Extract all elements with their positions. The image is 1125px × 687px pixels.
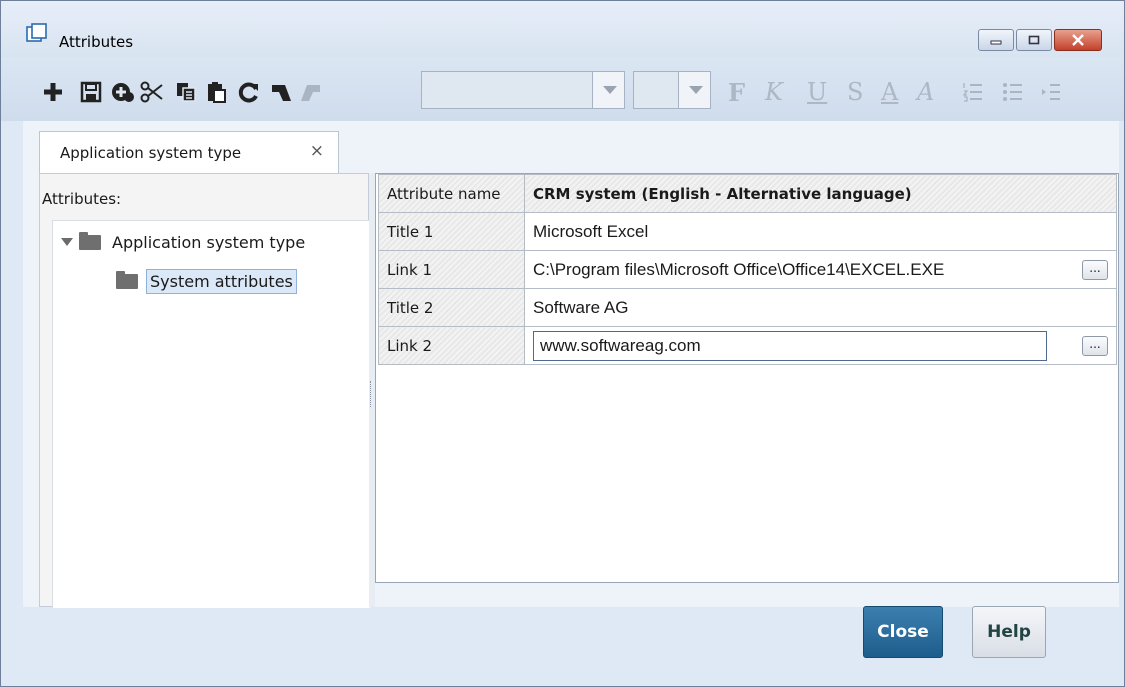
- tree-item-label: System attributes: [146, 268, 297, 294]
- new-icon[interactable]: [41, 79, 65, 105]
- close-icon: [1072, 34, 1084, 46]
- tree-item-label: Application system type: [112, 232, 306, 252]
- browse-button[interactable]: ...: [1082, 260, 1108, 280]
- attribute-value-cell[interactable]: C:\Program files\Microsoft Office\Office…: [524, 250, 1117, 289]
- tree-item-system-attributes[interactable]: System attributes: [116, 268, 297, 294]
- tab-label: Application system type: [60, 144, 242, 162]
- attribute-value-cell[interactable]: Software AG: [524, 288, 1117, 327]
- table-row[interactable]: Title 1 Microsoft Excel: [378, 212, 1117, 251]
- close-button[interactable]: Close: [863, 606, 943, 658]
- minimize-icon: [990, 40, 1002, 45]
- help-button-label: Help: [987, 622, 1031, 642]
- font-color-button[interactable]: A: [881, 78, 898, 106]
- expand-triangle-icon[interactable]: [61, 238, 73, 246]
- cut-icon[interactable]: [139, 79, 165, 105]
- chevron-down-icon[interactable]: [592, 72, 624, 108]
- content-area: Application system type × Attributes: Ap…: [23, 121, 1119, 608]
- header-value: CRM system (English - Alternative langua…: [524, 174, 1117, 213]
- undo-icon[interactable]: [268, 79, 294, 105]
- highlight-button[interactable]: A: [917, 78, 934, 106]
- copy-icon[interactable]: [175, 79, 197, 105]
- close-button-label: Close: [877, 622, 929, 642]
- tree-item-application-system-type[interactable]: Application system type: [61, 229, 308, 255]
- underline-button[interactable]: U: [807, 78, 827, 106]
- header-attribute-name: Attribute name: [378, 174, 525, 213]
- help-button[interactable]: Help: [972, 606, 1046, 658]
- maximize-button[interactable]: [1016, 29, 1052, 51]
- paste-icon[interactable]: [205, 79, 227, 105]
- tab-application-system-type[interactable]: Application system type ×: [39, 131, 339, 174]
- browse-button[interactable]: ...: [1082, 336, 1108, 356]
- tab-close-icon[interactable]: ×: [310, 141, 324, 161]
- bullet-list-icon[interactable]: [1001, 79, 1025, 105]
- title-bar[interactable]: Attributes: [1, 1, 1124, 57]
- attribute-value-input[interactable]: www.softwareag.com: [533, 331, 1047, 361]
- indent-icon[interactable]: [1039, 79, 1063, 105]
- numbered-list-icon[interactable]: [961, 79, 985, 105]
- close-window-button[interactable]: [1054, 29, 1102, 51]
- toolbar: F K U S A A: [1, 57, 1124, 121]
- table-row[interactable]: Title 2 Software AG: [378, 288, 1117, 327]
- redo-icon[interactable]: [298, 79, 324, 105]
- chevron-down-icon[interactable]: [678, 72, 710, 108]
- table-row[interactable]: Link 2 www.softwareag.com ...: [378, 326, 1117, 365]
- bold-button[interactable]: F: [728, 78, 745, 107]
- attribute-name-cell: Link 2: [378, 326, 525, 365]
- add-icon[interactable]: [110, 79, 134, 105]
- attributes-tree: Application system type System attribute…: [52, 220, 370, 608]
- minimize-button[interactable]: [978, 29, 1014, 51]
- italic-button[interactable]: K: [765, 78, 783, 106]
- folder-icon: [116, 270, 138, 289]
- refresh-icon[interactable]: [237, 79, 261, 105]
- maximize-icon: [1028, 35, 1040, 45]
- attribute-grid-pane: Attribute name CRM system (English - Alt…: [375, 173, 1119, 583]
- attribute-name-cell: Link 1: [378, 250, 525, 289]
- attribute-value-cell[interactable]: www.softwareag.com ...: [524, 326, 1117, 365]
- attribute-value-text: C:\Program files\Microsoft Office\Office…: [533, 259, 945, 279]
- attribute-value-cell[interactable]: Microsoft Excel: [524, 212, 1117, 251]
- folder-icon: [79, 231, 101, 250]
- attributes-tree-pane: Attributes: Application system type Syst…: [39, 173, 370, 608]
- attribute-grid: Attribute name CRM system (English - Alt…: [378, 174, 1117, 365]
- attribute-name-cell: Title 1: [378, 212, 525, 251]
- save-icon[interactable]: [79, 79, 103, 105]
- strikethrough-button[interactable]: S: [847, 78, 863, 106]
- splitter-grip[interactable]: [370, 381, 372, 407]
- attributes-window: Attributes F K U S A A Application syste…: [0, 0, 1125, 687]
- size-combo[interactable]: [633, 71, 711, 109]
- window-title: Attributes: [59, 33, 134, 51]
- grid-header-row: Attribute name CRM system (English - Alt…: [378, 174, 1117, 213]
- window-icon: [26, 23, 47, 42]
- attributes-label: Attributes:: [42, 190, 122, 208]
- table-row[interactable]: Link 1 C:\Program files\Microsoft Office…: [378, 250, 1117, 289]
- attribute-name-cell: Title 2: [378, 288, 525, 327]
- font-combo[interactable]: [421, 71, 625, 109]
